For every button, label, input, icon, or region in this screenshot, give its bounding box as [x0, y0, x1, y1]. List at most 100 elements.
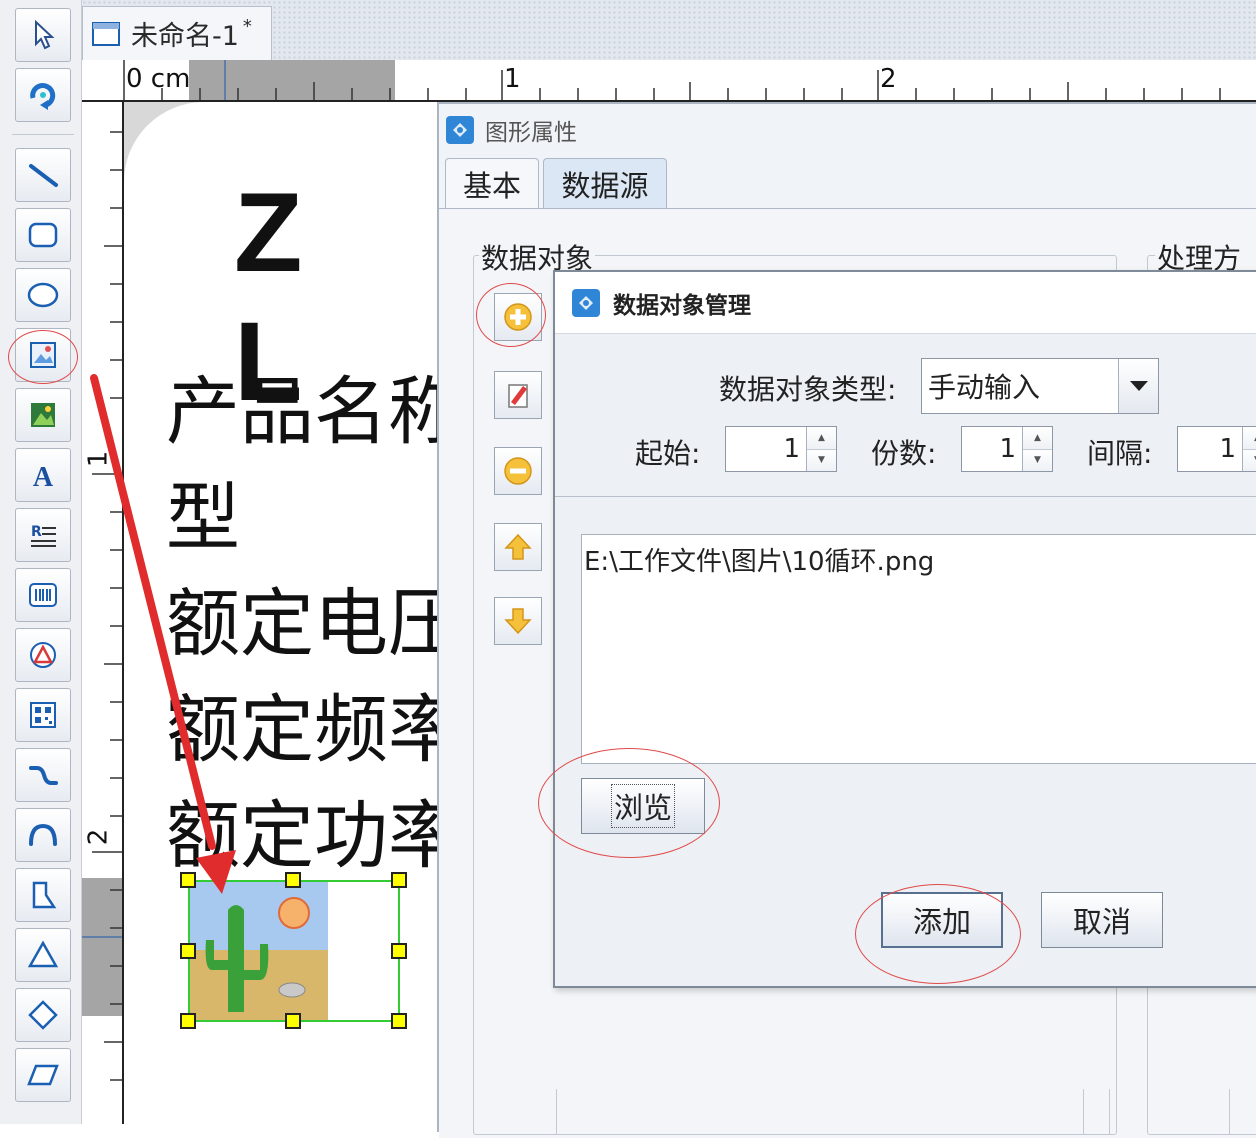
select-tool[interactable]	[15, 8, 71, 62]
interval-label: 间隔:	[1087, 437, 1153, 470]
ruler-label-2: 2	[880, 64, 897, 94]
remove-data-object-button[interactable]	[494, 447, 542, 495]
list-area-edge	[556, 1089, 1086, 1135]
label-line-model[interactable]: 型 号	[166, 458, 438, 565]
label-line-product-name[interactable]: 产品名称	[166, 352, 438, 459]
rich-text-tool[interactable]: R	[15, 508, 71, 562]
data-object-type-select[interactable]: 手动输入	[921, 358, 1159, 414]
rotate-icon	[30, 83, 56, 110]
cancel-button[interactable]: 取消	[1041, 892, 1163, 948]
svg-text:R: R	[31, 524, 42, 540]
shape-tool[interactable]	[15, 628, 71, 682]
vertical-ruler: 1 2	[82, 102, 124, 1124]
app-logo-icon	[446, 116, 474, 144]
resize-handle-ne[interactable]	[391, 872, 407, 888]
tab-basic[interactable]: 基本	[445, 158, 539, 208]
dialog-separator	[555, 496, 1256, 497]
arc-tool[interactable]	[15, 808, 71, 862]
start-value: 1	[783, 434, 800, 464]
properties-title: 图形属性	[485, 120, 577, 146]
edit-data-object-button[interactable]	[494, 371, 542, 419]
interval-spinner[interactable]: 1 ▲▼	[1177, 426, 1256, 472]
ellipse-icon	[27, 282, 59, 308]
horizontal-ruler-ticks	[123, 60, 1221, 100]
remove-icon	[504, 457, 532, 485]
cactus-image	[188, 880, 400, 1022]
count-label: 份数:	[871, 437, 937, 470]
curve-tool[interactable]	[15, 748, 71, 802]
properties-titlebar[interactable]: 图形属性	[445, 110, 577, 150]
line-tool[interactable]	[15, 148, 71, 202]
move-down-button[interactable]	[494, 597, 542, 645]
svg-text:A: A	[33, 462, 54, 492]
vertical-ruler-ticks	[92, 131, 122, 1081]
start-spinner[interactable]: 1 ▲ ▼	[725, 426, 837, 472]
qrcode-tool[interactable]	[15, 688, 71, 742]
annotation-ring-browse-button	[538, 748, 720, 858]
start-label: 起始:	[635, 437, 701, 470]
label-line-voltage[interactable]: 额定电压	[166, 564, 438, 671]
resize-handle-nw[interactable]	[180, 872, 196, 888]
diamond-tool[interactable]	[15, 988, 71, 1042]
edit-icon	[508, 384, 528, 408]
start-spin-arrows[interactable]: ▲ ▼	[806, 427, 836, 471]
document-title: 未命名-1	[131, 21, 239, 52]
label-line-frequency[interactable]: 额定频率	[166, 670, 438, 777]
window-icon	[92, 21, 120, 46]
triangle-tool[interactable]	[15, 928, 71, 982]
ruler-label-0: 0 cm	[126, 64, 191, 94]
resize-handle-n[interactable]	[285, 872, 301, 888]
arc-icon	[29, 823, 57, 846]
document-tab[interactable]: 未命名-1 *	[82, 6, 272, 60]
count-spinner[interactable]: 1 ▲ ▼	[961, 426, 1053, 472]
move-up-icon	[504, 533, 532, 560]
interval-value: 1	[1219, 434, 1236, 464]
polyline-icon	[32, 881, 57, 909]
tab-datasource[interactable]: 数据源	[543, 158, 667, 208]
annotation-ring-add-button	[476, 283, 546, 347]
rounded-rect-tool[interactable]	[15, 208, 71, 262]
resize-handle-s[interactable]	[285, 1013, 301, 1029]
interval-spin-arrows[interactable]: ▲▼	[1242, 427, 1256, 471]
dialog-titlebar[interactable]: 数据对象管理	[555, 272, 1256, 334]
tool-palette: A R	[0, 0, 82, 1124]
text-tool[interactable]: A	[15, 448, 71, 502]
picture-icon	[31, 403, 55, 427]
rounded-rect-icon	[28, 222, 58, 248]
text-a-icon: A	[33, 462, 54, 492]
parallelogram-tool[interactable]	[15, 1048, 71, 1102]
annotation-ring-image-tool	[8, 330, 78, 384]
move-down-icon	[504, 608, 532, 635]
resize-handle-w[interactable]	[180, 943, 196, 959]
modified-marker: *	[242, 16, 252, 37]
count-spin-arrows[interactable]: ▲ ▼	[1022, 427, 1052, 471]
ellipse-tool[interactable]	[15, 268, 71, 322]
triangle-icon	[27, 940, 59, 968]
qrcode-icon	[30, 702, 56, 728]
polyline-tool[interactable]	[15, 868, 71, 922]
rotate-tool[interactable]	[15, 68, 71, 122]
resize-handle-e[interactable]	[391, 943, 407, 959]
data-content-text: E:\工作文件\图片\10循环.png	[584, 547, 935, 577]
shapes-icon	[30, 642, 56, 668]
count-value: 1	[999, 434, 1016, 464]
line-icon	[29, 164, 58, 187]
barcode-tool[interactable]	[15, 568, 71, 622]
data-object-type-value: 手动输入	[928, 371, 1041, 404]
dialog-title: 数据对象管理	[613, 292, 751, 319]
ruler-label-v2: 2	[83, 828, 114, 846]
data-object-type-label: 数据对象类型:	[719, 373, 897, 406]
chevron-down-icon[interactable]	[1118, 359, 1158, 413]
ruler-label-v1: 1	[83, 450, 114, 468]
selected-image-object[interactable]	[180, 872, 407, 1029]
picture-tool[interactable]	[15, 388, 71, 442]
data-object-management-dialog: 数据对象管理 数据对象类型: 手动输入 起始: 1 ▲ ▼ 份数: 1 ▲ ▼ 间隔…	[553, 270, 1256, 988]
resize-handle-se[interactable]	[391, 1013, 407, 1029]
data-content-textarea[interactable]: E:\工作文件\图片\10循环.png	[581, 534, 1256, 764]
label-line-power[interactable]: 额定功率	[166, 776, 438, 883]
resize-handle-sw[interactable]	[180, 1013, 196, 1029]
parallelogram-icon	[27, 1064, 59, 1086]
move-up-button[interactable]	[494, 523, 542, 571]
barcode-icon	[29, 583, 57, 607]
app-logo-icon	[572, 288, 600, 317]
